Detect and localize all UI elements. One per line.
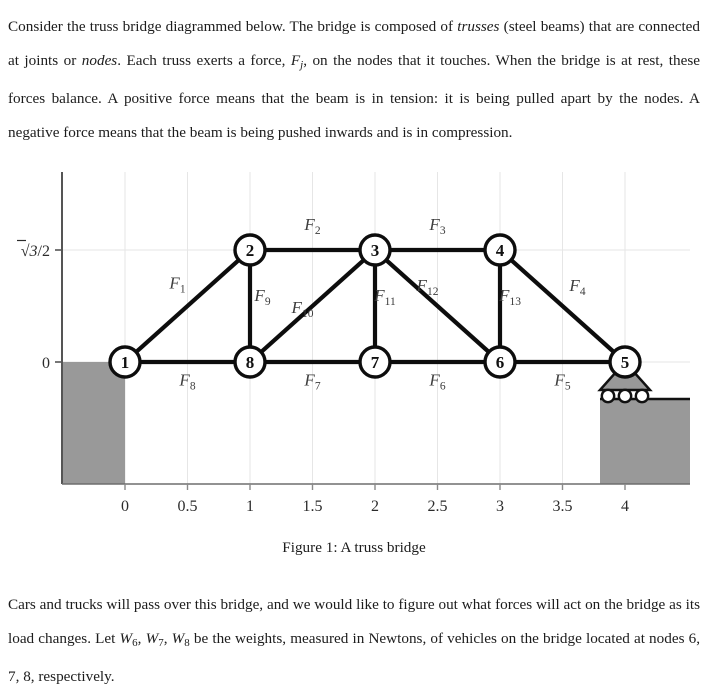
- closing-paragraph: Cars and trucks will pass over this brid…: [8, 596, 701, 686]
- x-axis-tick-labels: 0 0.5 1 1.5 2 2.5 3 3.5 4: [121, 498, 629, 515]
- truss-node-1: 1: [108, 345, 142, 379]
- x-tick-label-6: 3: [496, 498, 504, 515]
- y-tick-label-sqrt3over2: √3/2: [17, 239, 50, 260]
- y-axis-tick-labels: 0 √3/2: [17, 239, 50, 372]
- node-label: 3: [371, 241, 380, 260]
- x-tick-label-0: 0: [121, 498, 129, 515]
- roller-wheel: [600, 388, 616, 404]
- truss-node-3: 3: [358, 233, 392, 267]
- right-abutment: [600, 399, 690, 484]
- intro-paragraph: Consider the truss bridge diagrammed bel…: [8, 18, 700, 141]
- truss-node-5: 5: [608, 345, 642, 379]
- node-label: 8: [246, 353, 255, 372]
- x-tick-label-4: 2: [371, 498, 379, 515]
- y-tick-label-0: 0: [42, 355, 50, 372]
- svg-text:√3/2: √3/2: [21, 243, 50, 260]
- x-tick-label-7: 3.5: [553, 498, 573, 515]
- node-label: 4: [496, 241, 505, 260]
- node-label: 7: [371, 353, 380, 372]
- node-label: 1: [121, 353, 130, 372]
- x-tick-label-8: 4: [621, 498, 629, 515]
- truss-node-2: 2: [233, 233, 267, 267]
- x-tick-label-1: 0.5: [178, 498, 198, 515]
- left-abutment: [62, 362, 125, 484]
- truss-bridge-figure: 0 √3/2 0 0.5 1 1.5 2 2.5 3 3.5 4 1 2 3 4…: [0, 168, 708, 568]
- x-tick-label-5: 2.5: [428, 498, 448, 515]
- truss-diagram-svg: 0 √3/2 0 0.5 1 1.5 2 2.5 3 3.5 4 12 3 45…: [17, 172, 690, 515]
- figure-caption: Figure 1: A truss bridge: [282, 539, 426, 556]
- node-label: 5: [621, 353, 630, 372]
- truss-node-6: 6: [483, 345, 517, 379]
- truss-node-4: 4: [483, 233, 517, 267]
- truss-node-7: 7: [358, 345, 392, 379]
- x-tick-label-3: 1.5: [303, 498, 323, 515]
- truss-node-8: 8: [233, 345, 267, 379]
- node-label: 6: [496, 353, 505, 372]
- y-axis-ticks: [55, 249, 62, 363]
- x-tick-label-2: 1: [246, 498, 254, 515]
- roller-wheel: [634, 388, 650, 404]
- node-label: 2: [246, 241, 255, 260]
- roller-wheel: [617, 388, 633, 404]
